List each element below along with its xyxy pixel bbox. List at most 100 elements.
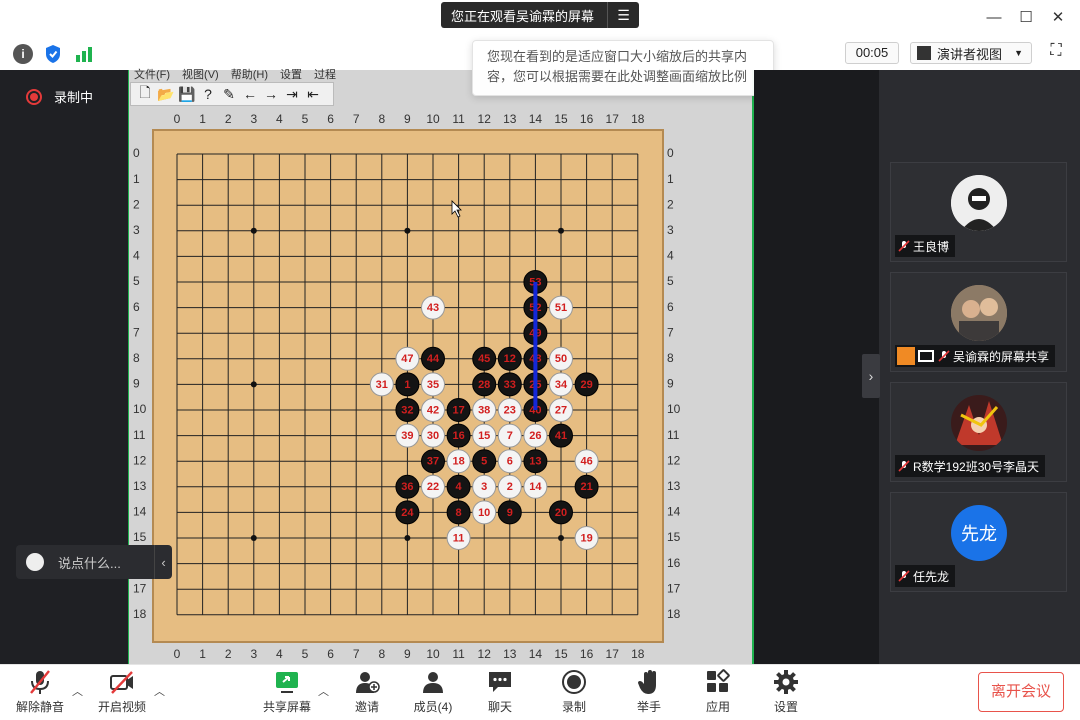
emoji-icon[interactable] <box>26 553 44 571</box>
stone: 21 <box>574 474 599 499</box>
coord-label: 0 <box>174 112 181 126</box>
stone: 7 <box>497 423 522 448</box>
save-icon[interactable]: 💾 <box>178 86 196 103</box>
coord-label: 9 <box>133 377 140 391</box>
participant-tile[interactable]: 先龙 任先龙 <box>890 492 1067 592</box>
coord-label: 18 <box>667 607 681 621</box>
tooltip-line-1: 您现在看到的是适应窗口大小缩放后的共享内 <box>487 49 748 64</box>
stone: 9 <box>497 500 522 525</box>
record-icon <box>562 670 586 694</box>
stone: 44 <box>421 346 445 371</box>
coord-label: 16 <box>580 112 594 126</box>
coord-label: 0 <box>133 146 140 160</box>
coord-label: 18 <box>133 607 147 621</box>
chat-quick-input[interactable]: 说点什么... ‹ <box>16 545 172 579</box>
minimize-icon[interactable]: — <box>984 8 1004 28</box>
share-screen-button[interactable]: 共享屏幕 <box>255 668 319 716</box>
security-shield-icon[interactable] <box>43 44 63 64</box>
menu-help[interactable]: 帮助(H) <box>231 66 268 81</box>
star-point <box>558 227 564 234</box>
go-board-view[interactable]: 0 1 2 3 4 5 6 7 8 9 10 11 12 13 14 15 16 17 18 01234567891… <box>129 106 753 664</box>
apps-label: 应用 <box>705 700 730 714</box>
info-icon[interactable]: i <box>13 44 33 64</box>
menu-file[interactable]: 文件(F) <box>134 66 170 81</box>
invite-button[interactable]: 邀请 <box>335 668 399 716</box>
coord-label: 7 <box>353 647 360 661</box>
share-menu-icon[interactable]: ☰ <box>608 7 639 24</box>
chat-button[interactable]: 聊天 <box>468 668 532 716</box>
raise-hand-button[interactable]: 举手 <box>617 668 681 716</box>
participant-tile[interactable]: 吴谕霖的屏幕共享 <box>890 272 1067 372</box>
coord-label: 9 <box>404 112 411 126</box>
coord-label: 10 <box>426 647 440 661</box>
stone: 27 <box>549 398 573 422</box>
stone: 38 <box>472 398 497 422</box>
maximize-icon[interactable]: ☐ <box>1016 8 1036 28</box>
coord-label: 8 <box>378 112 385 126</box>
video-options-chevron-icon[interactable]: ︿ <box>154 683 165 699</box>
participant-tile[interactable]: 王良博 <box>890 162 1067 262</box>
participant-label: 任先龙 <box>895 565 956 587</box>
open-folder-icon[interactable]: 📂 <box>157 86 175 103</box>
stone: 50 <box>549 346 573 371</box>
chevron-down-icon: ▼ <box>1014 48 1023 58</box>
stone-number: 2 <box>507 481 513 493</box>
signal-icon[interactable] <box>74 44 94 64</box>
participant-tile[interactable]: R数学192班30号李晶天 <box>890 382 1067 482</box>
star-point <box>404 535 411 541</box>
leave-meeting-button[interactable]: 离开会议 <box>978 672 1064 712</box>
coord-label: 4 <box>667 249 674 263</box>
coords-bottom: 0 1 2 3 4 5 6 7 8 9 10 11 12 13 14 15 16 17 18 <box>174 647 645 661</box>
stone: 11 <box>446 526 471 550</box>
record-button[interactable]: 录制 <box>542 668 606 716</box>
stone: 33 <box>497 372 522 397</box>
participant-label: 王良博 <box>895 235 956 257</box>
hint-icon[interactable]: ? <box>199 86 217 102</box>
menu-process[interactable]: 过程 <box>314 66 336 81</box>
go-end-icon[interactable]: ⇥ <box>283 86 301 103</box>
share-screen-label: 共享屏幕 <box>262 700 311 714</box>
share-banner[interactable]: 您正在观看吴谕霖的屏幕 ☰ <box>441 2 639 28</box>
stone: 18 <box>446 449 471 474</box>
close-icon[interactable]: ✕ <box>1048 8 1068 28</box>
record-label: 录制 <box>561 700 586 714</box>
app-toolbar: 🗋 📂 💾 ? ✎ ← → ⇥ ⇤ <box>130 82 334 106</box>
stone-number: 39 <box>401 430 413 442</box>
coord-label: 10 <box>426 112 440 126</box>
share-options-chevron-icon[interactable]: ︿ <box>318 683 329 699</box>
stone-number: 26 <box>529 430 541 442</box>
unmute-button[interactable]: 解除静音 <box>8 668 72 716</box>
stone-number: 13 <box>529 456 541 468</box>
stone-number: 47 <box>401 353 413 365</box>
go-start-icon[interactable]: ⇤ <box>304 86 322 103</box>
stone-number: 18 <box>452 456 464 468</box>
apps-button[interactable]: 应用 <box>686 668 750 716</box>
start-video-button[interactable]: 开启视频 <box>90 668 154 716</box>
participant-label: 吴谕霖的屏幕共享 <box>895 345 1056 367</box>
stone-number: 38 <box>478 404 490 416</box>
coord-label: 12 <box>478 647 492 661</box>
coord-label: 11 <box>667 428 680 442</box>
chevron-left-icon[interactable]: ‹ <box>154 545 172 579</box>
new-file-icon[interactable]: 🗋 <box>136 82 154 106</box>
fullscreen-icon[interactable]: ⛶ <box>1046 42 1066 62</box>
coord-label: 14 <box>667 505 681 519</box>
step-back-icon[interactable]: ← <box>241 86 259 102</box>
collapse-panel-icon[interactable]: › <box>862 354 880 398</box>
wand-icon[interactable]: ✎ <box>220 86 238 103</box>
stone: 30 <box>421 423 445 448</box>
menu-settings[interactable]: 设置 <box>280 66 302 81</box>
settings-button[interactable]: 设置 <box>754 668 818 716</box>
grid-icon <box>917 46 931 60</box>
audio-options-chevron-icon[interactable]: ︿ <box>72 683 83 699</box>
stone: 42 <box>421 398 445 422</box>
coord-label: 6 <box>327 112 334 126</box>
camera-off-icon <box>110 671 133 694</box>
menu-view[interactable]: 视图(V) <box>182 66 219 81</box>
view-mode-dropdown[interactable]: 演讲者视图 ▼ <box>910 42 1032 64</box>
stone: 4 <box>446 474 471 499</box>
members-button[interactable]: 成员(4) <box>401 668 465 716</box>
coord-label: 7 <box>667 325 674 339</box>
step-forward-icon[interactable]: → <box>262 86 280 102</box>
stone-number: 33 <box>504 379 516 391</box>
